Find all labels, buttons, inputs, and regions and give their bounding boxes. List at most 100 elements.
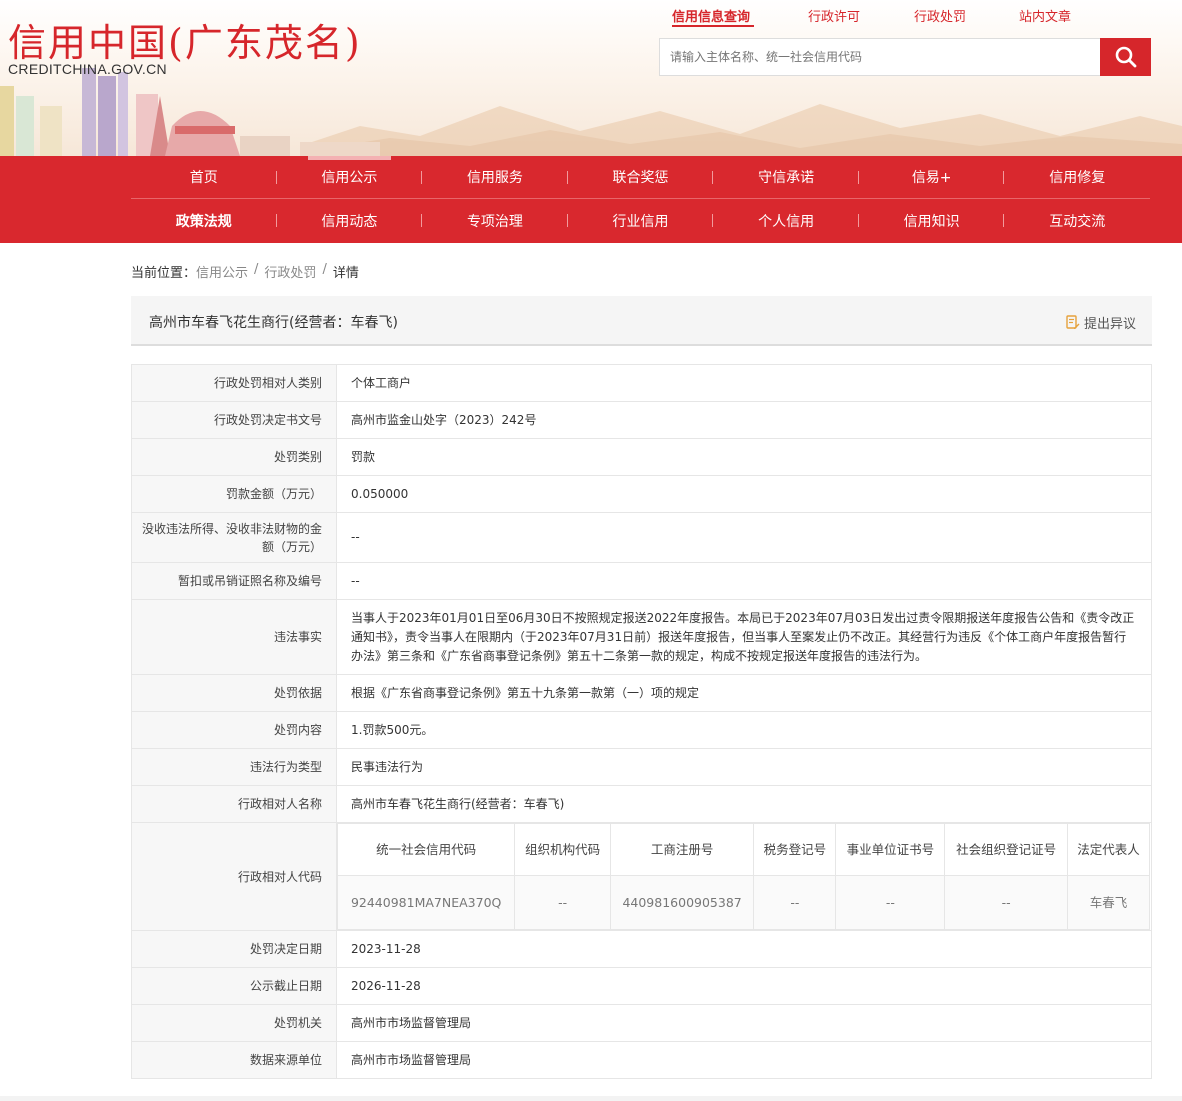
codes-header: 社会组织登记证号 — [944, 823, 1068, 876]
nav-credit-news[interactable]: 信用动态 — [277, 199, 423, 242]
codes-header: 组织机构代码 — [514, 823, 611, 876]
detail-row: 暂扣或吊销证照名称及编号 -- — [131, 562, 1152, 600]
breadcrumb-separator: / — [322, 262, 327, 277]
mountain-decoration — [300, 104, 1182, 156]
detail-row: 违法事实 当事人于2023年01月01日至06月30日不按照规定报送2022年度… — [131, 599, 1152, 675]
breadcrumb: 当前位置： 信用公示 / 行政处罚 / 详情 — [131, 262, 359, 281]
codes-table: 统一社会信用代码 组织机构代码 工商注册号 税务登记号 事业单位证书号 社会组织… — [336, 823, 1150, 930]
site-logo-subtitle: CREDITCHINA.GOV.CN — [8, 61, 167, 77]
detail-value: 高州市市场监督管理局 — [336, 1041, 1152, 1079]
detail-value: 高州市市场监督管理局 — [336, 1004, 1152, 1042]
nav-policy-regulations[interactable]: 政策法规 — [131, 199, 277, 242]
detail-value: 高州市监金山处字（2023）242号 — [336, 401, 1152, 439]
detail-label: 罚款金额（万元） — [131, 475, 337, 513]
detail-label: 处罚依据 — [131, 674, 337, 712]
footer-divider — [0, 1096, 1182, 1101]
nav-home[interactable]: 首页 — [131, 156, 277, 198]
nav-active-tab-marker — [308, 156, 391, 160]
breadcrumb-credit-publicity[interactable]: 信用公示 — [196, 262, 248, 281]
detail-row: 公示截止日期 2026-11-28 — [131, 967, 1152, 1005]
search-icon — [1115, 46, 1136, 68]
detail-value: 2026-11-28 — [336, 967, 1152, 1005]
detail-value: 个体工商户 — [336, 364, 1152, 402]
detail-label: 没收违法所得、没收非法财物的金额（万元） — [131, 512, 337, 563]
detail-row: 罚款金额（万元） 0.050000 — [131, 475, 1152, 513]
codes-header: 统一社会信用代码 — [336, 823, 516, 876]
codes-header: 法定代表人 — [1067, 823, 1150, 876]
detail-label: 处罚内容 — [131, 711, 337, 749]
main-navigation: 首页 信用公示 信用服务 联合奖惩 守信承诺 信易+ 信用修复 政策法规 信用动… — [0, 156, 1182, 243]
codes-value: -- — [835, 875, 946, 930]
detail-value: 罚款 — [336, 438, 1152, 476]
detail-row: 处罚内容 1.罚款500元。 — [131, 711, 1152, 749]
nav-xinyi-plus[interactable]: 信易+ — [859, 156, 1005, 198]
nav-credit-service[interactable]: 信用服务 — [422, 156, 568, 198]
codes-value: 车春飞 — [1067, 875, 1150, 930]
detail-label: 行政处罚相对人类别 — [131, 364, 337, 402]
topnav-admin-license[interactable]: 行政许可 — [808, 6, 860, 25]
detail-row: 处罚依据 根据《广东省商事登记条例》第五十九条第一款第（一）项的规定 — [131, 674, 1152, 712]
search-button[interactable] — [1100, 38, 1151, 76]
topnav-admin-penalty[interactable]: 行政处罚 — [914, 6, 966, 25]
topnav-site-articles[interactable]: 站内文章 — [1019, 6, 1071, 25]
detail-row: 行政处罚相对人类别 个体工商户 — [131, 364, 1152, 402]
detail-label: 行政处罚决定书文号 — [131, 401, 337, 439]
breadcrumb-label: 当前位置： — [131, 266, 197, 281]
nav-personal-credit[interactable]: 个人信用 — [713, 199, 859, 242]
raise-objection-button[interactable]: 提出异议 — [1066, 313, 1136, 332]
codes-header: 工商注册号 — [609, 823, 755, 876]
nav-special-governance[interactable]: 专项治理 — [422, 199, 568, 242]
detail-value: -- — [336, 562, 1152, 600]
codes-value: -- — [514, 875, 611, 930]
breadcrumb-separator: / — [254, 262, 259, 277]
detail-value: 民事违法行为 — [336, 748, 1152, 786]
detail-label: 处罚类别 — [131, 438, 337, 476]
codes-value: -- — [753, 875, 837, 930]
detail-row-codes: 行政相对人代码 统一社会信用代码 组织机构代码 工商注册号 税务登记号 事业单位… — [131, 822, 1152, 931]
detail-value: 0.050000 — [336, 475, 1152, 513]
nav-credit-repair[interactable]: 信用修复 — [1004, 156, 1150, 198]
detail-label: 暂扣或吊销证照名称及编号 — [131, 562, 337, 600]
detail-label: 处罚机关 — [131, 1004, 337, 1042]
detail-label: 违法行为类型 — [131, 748, 337, 786]
detail-value: 1.罚款500元。 — [336, 711, 1152, 749]
nav-industry-credit[interactable]: 行业信用 — [568, 199, 714, 242]
nav-credit-knowledge[interactable]: 信用知识 — [859, 199, 1005, 242]
detail-value: 根据《广东省商事登记条例》第五十九条第一款第（一）项的规定 — [336, 674, 1152, 712]
detail-row: 行政处罚决定书文号 高州市监金山处字（2023）242号 — [131, 401, 1152, 439]
codes-cell: 统一社会信用代码 组织机构代码 工商注册号 税务登记号 事业单位证书号 社会组织… — [336, 822, 1152, 931]
detail-label: 公示截止日期 — [131, 967, 337, 1005]
topnav-active-indicator — [672, 25, 754, 27]
codes-header: 事业单位证书号 — [835, 823, 946, 876]
codes-header: 税务登记号 — [753, 823, 837, 876]
site-header: 信用中国(广东茂名) CREDITCHINA.GOV.CN — [0, 0, 1182, 156]
detail-label: 行政相对人名称 — [131, 785, 337, 823]
breadcrumb-admin-penalty[interactable]: 行政处罚 — [264, 262, 316, 281]
main-nav-row-1: 首页 信用公示 信用服务 联合奖惩 守信承诺 信易+ 信用修复 — [131, 156, 1150, 199]
detail-label: 数据来源单位 — [131, 1041, 337, 1079]
record-title-bar: 高州市车春飞花生商行(经营者：车春飞) 提出异议 — [131, 296, 1152, 346]
detail-row: 处罚决定日期 2023-11-28 — [131, 930, 1152, 968]
detail-label: 处罚决定日期 — [131, 930, 337, 968]
detail-row: 没收违法所得、没收非法财物的金额（万元） -- — [131, 512, 1152, 563]
raise-objection-label: 提出异议 — [1083, 317, 1136, 332]
codes-value-row: 92440981MA7NEA370Q -- 440981600905387 --… — [336, 875, 1150, 930]
codes-value: 440981600905387 — [609, 875, 755, 930]
objection-icon — [1066, 315, 1080, 329]
nav-interaction[interactable]: 互动交流 — [1004, 199, 1150, 242]
detail-row: 行政相对人名称 高州市车春飞花生商行(经营者：车春飞) — [131, 785, 1152, 823]
record-title: 高州市车春飞花生商行(经营者：车春飞) — [149, 315, 398, 331]
nav-joint-rewards[interactable]: 联合奖惩 — [568, 156, 714, 198]
codes-header-row: 统一社会信用代码 组织机构代码 工商注册号 税务登记号 事业单位证书号 社会组织… — [336, 823, 1150, 876]
topnav-credit-query[interactable]: 信用信息查询 — [672, 6, 750, 25]
detail-value: 当事人于2023年01月01日至06月30日不按照规定报送2022年度报告。本局… — [336, 599, 1152, 675]
search-input[interactable] — [659, 38, 1101, 76]
detail-label: 行政相对人代码 — [131, 822, 337, 931]
detail-value: 高州市车春飞花生商行(经营者：车春飞) — [336, 785, 1152, 823]
detail-label: 违法事实 — [131, 599, 337, 675]
codes-value: 92440981MA7NEA370Q — [336, 875, 516, 930]
penalty-detail-table: 行政处罚相对人类别 个体工商户 行政处罚决定书文号 高州市监金山处字（2023）… — [131, 364, 1152, 1079]
nav-integrity-pledge[interactable]: 守信承诺 — [713, 156, 859, 198]
nav-credit-publicity[interactable]: 信用公示 — [277, 156, 423, 198]
site-logo-title[interactable]: 信用中国(广东茂名) — [8, 12, 362, 67]
